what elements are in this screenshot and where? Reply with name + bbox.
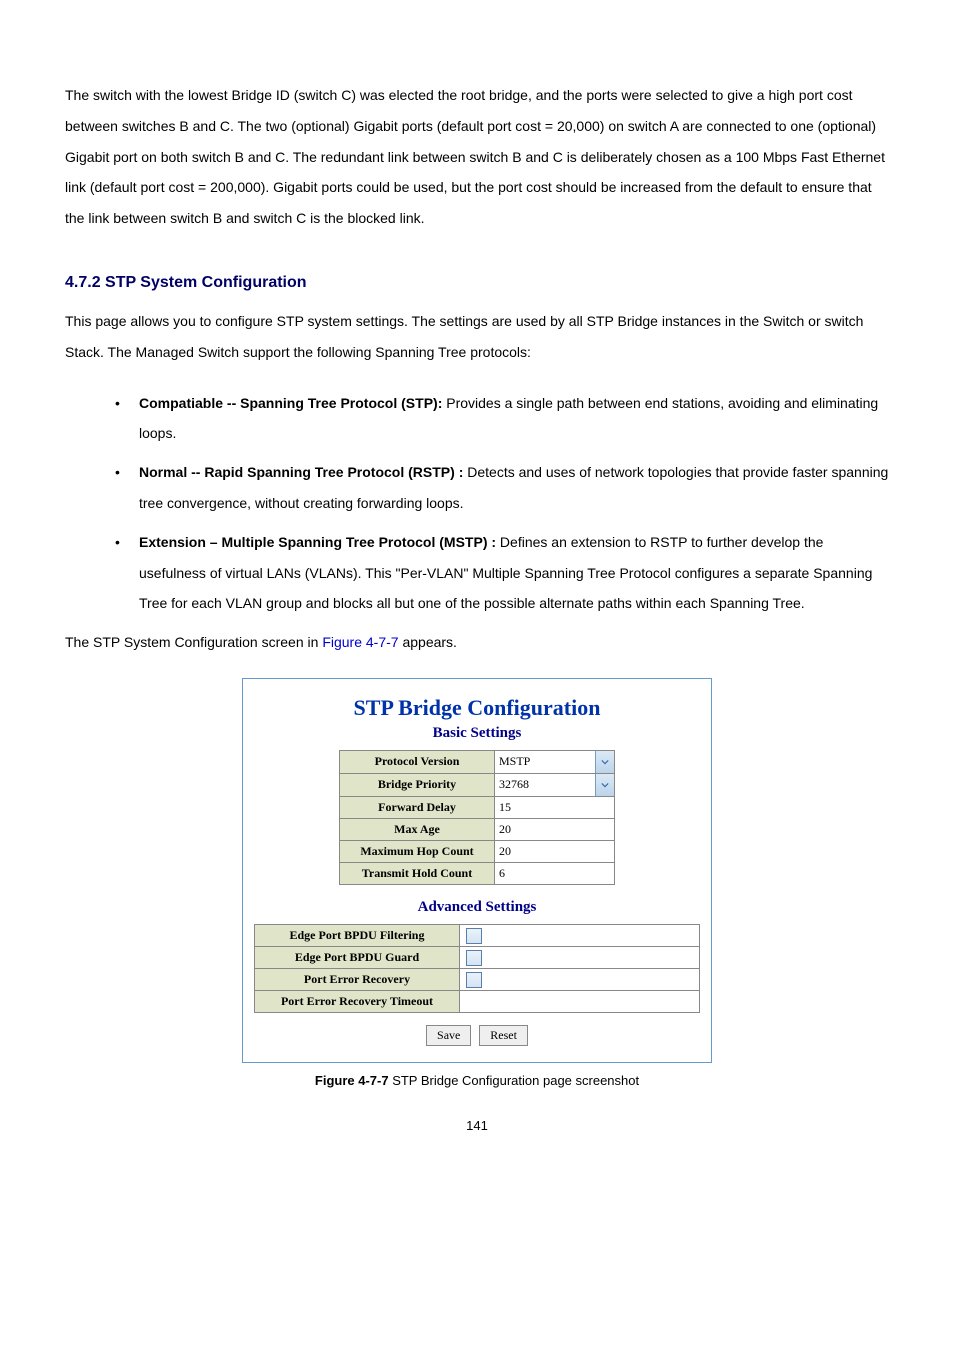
forward-delay-label: Forward Delay <box>340 796 495 818</box>
protocol-version-select[interactable]: MSTP <box>495 751 614 773</box>
stp-config-panel: STP Bridge Configuration Basic Settings … <box>242 678 712 1063</box>
edge-guard-label: Edge Port BPDU Guard <box>255 946 460 968</box>
figure-ref-link: Figure 4-7-7 <box>322 634 398 650</box>
section-heading: 4.7.2 STP System Configuration <box>65 274 889 292</box>
max-hop-label: Maximum Hop Count <box>340 840 495 862</box>
bullet-mstp: Extension – Multiple Spanning Tree Proto… <box>115 527 889 619</box>
bridge-priority-select[interactable]: 32768 <box>495 774 614 796</box>
basic-settings-title: Basic Settings <box>243 725 711 742</box>
max-age-label: Max Age <box>340 818 495 840</box>
protocol-version-value: MSTP <box>495 751 595 773</box>
figure-ref-pre: The STP System Configuration screen in <box>65 634 322 650</box>
chevron-down-icon <box>595 751 614 773</box>
save-button[interactable]: Save <box>426 1025 471 1046</box>
max-age-input[interactable] <box>495 819 614 840</box>
figure-caption-body: STP Bridge Configuration page screenshot <box>389 1073 640 1088</box>
intro-paragraph: The switch with the lowest Bridge ID (sw… <box>65 80 889 234</box>
err-recovery-checkbox[interactable] <box>466 972 482 988</box>
panel-title: STP Bridge Configuration <box>243 695 711 721</box>
basic-settings-table: Protocol Version MSTP Bridge Priority 32… <box>339 750 615 885</box>
edge-guard-checkbox[interactable] <box>466 950 482 966</box>
bullet-rstp: Normal -- Rapid Spanning Tree Protocol (… <box>115 457 889 519</box>
edge-filter-label: Edge Port BPDU Filtering <box>255 924 460 946</box>
tx-hold-label: Transmit Hold Count <box>340 862 495 884</box>
reset-button[interactable]: Reset <box>479 1025 528 1046</box>
forward-delay-input[interactable] <box>495 797 614 818</box>
bullet-stp: Compatiable -- Spanning Tree Protocol (S… <box>115 388 889 450</box>
advanced-settings-title: Advanced Settings <box>243 899 711 916</box>
figure-ref-post: appears. <box>399 634 457 650</box>
max-hop-input[interactable] <box>495 841 614 862</box>
bridge-priority-label: Bridge Priority <box>340 773 495 796</box>
err-timeout-input[interactable] <box>466 993 693 1010</box>
advanced-settings-table: Edge Port BPDU Filtering Edge Port BPDU … <box>254 924 700 1013</box>
intro-paragraph-2: This page allows you to configure STP sy… <box>65 306 889 368</box>
edge-filter-checkbox[interactable] <box>466 928 482 944</box>
figure-caption: Figure 4-7-7 STP Bridge Configuration pa… <box>65 1073 889 1088</box>
err-timeout-label: Port Error Recovery Timeout <box>255 990 460 1012</box>
page-number: 141 <box>65 1118 889 1133</box>
tx-hold-input[interactable] <box>495 863 614 884</box>
err-recovery-label: Port Error Recovery <box>255 968 460 990</box>
bullet-stp-lead: Compatiable -- Spanning Tree Protocol (S… <box>139 395 442 411</box>
bullet-mstp-lead: Extension – Multiple Spanning Tree Proto… <box>139 534 496 550</box>
protocol-version-label: Protocol Version <box>340 750 495 773</box>
bridge-priority-value: 32768 <box>495 774 595 796</box>
bullet-rstp-lead: Normal -- Rapid Spanning Tree Protocol (… <box>139 464 463 480</box>
chevron-down-icon <box>595 774 614 796</box>
figure-ref-paragraph: The STP System Configuration screen in F… <box>65 627 889 658</box>
figure-caption-lead: Figure 4-7-7 <box>315 1073 389 1088</box>
